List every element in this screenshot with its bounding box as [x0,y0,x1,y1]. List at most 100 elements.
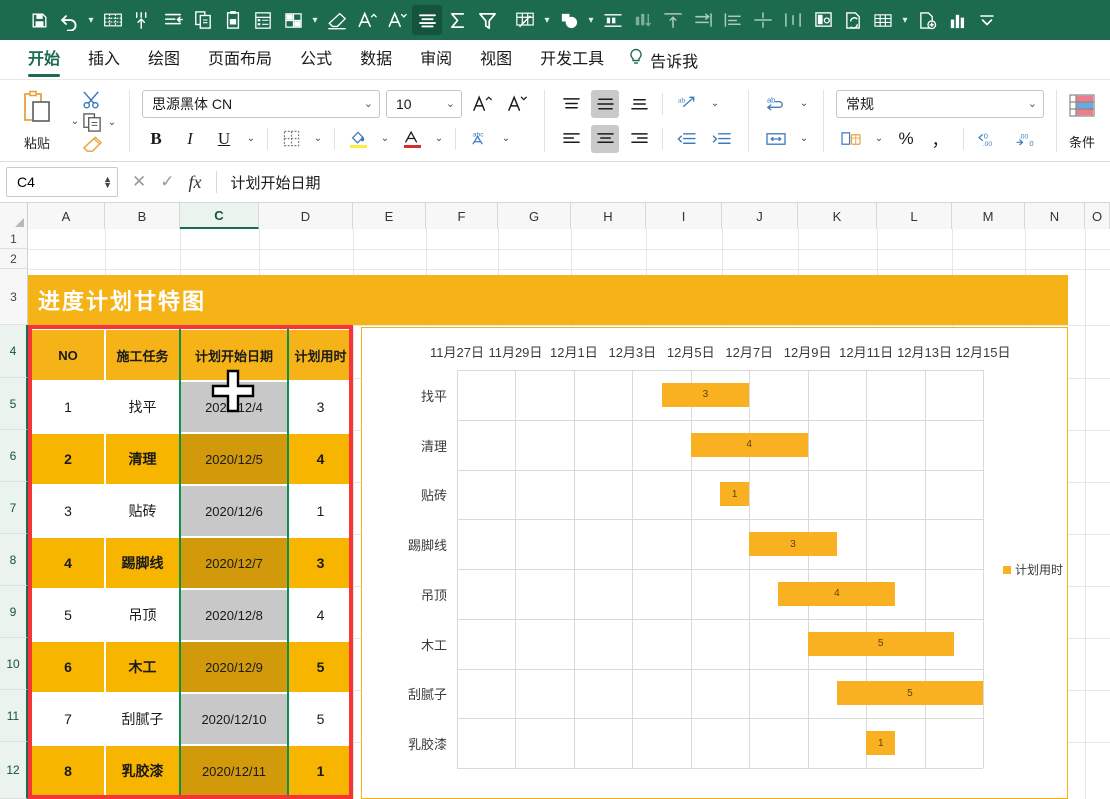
table-cell-days[interactable]: 1 [288,745,353,797]
shape-fill-icon[interactable] [554,5,584,35]
align-top-icon[interactable] [658,5,688,35]
chart-bar[interactable]: 5 [808,632,954,656]
bar-chart-down-icon[interactable] [628,5,658,35]
chart-bar[interactable]: 4 [691,433,808,457]
merge-and-center-icon[interactable] [761,125,791,153]
decrease-decimal-icon[interactable]: 0.00 [973,125,1005,153]
column-header-C[interactable]: C [180,203,259,229]
shrink-font-icon[interactable] [503,90,532,118]
column-header-L[interactable]: L [877,203,952,229]
tell-me-box[interactable]: 告诉我 [618,48,698,72]
wrap-text-icon[interactable]: ab [761,90,791,118]
align-center-icon[interactable] [591,125,619,153]
table-cell-no[interactable]: 5 [31,589,105,641]
merge-cells-icon[interactable] [278,5,308,35]
scissors-icon[interactable] [82,89,103,110]
column-header-M[interactable]: M [952,203,1025,229]
sort-ascending-icon[interactable] [128,5,158,35]
table-cell-task[interactable]: 吊顶 [105,589,180,641]
cancel-icon[interactable]: ✕ [132,172,146,192]
chart-bar[interactable]: 3 [749,532,837,556]
row-header-6[interactable]: 6 [0,430,28,482]
accounting-chevron-icon[interactable]: ⌄ [872,133,886,144]
paste-image-icon[interactable] [218,5,248,35]
conditional-formatting-icon[interactable] [1067,92,1097,129]
row-header-5[interactable]: 5 [0,378,28,430]
column-header-G[interactable]: G [498,203,571,229]
table-cell-task[interactable]: 乳胶漆 [105,745,180,797]
table-style-chevron-icon[interactable]: ▾ [540,5,554,35]
table-cell-task[interactable]: 刮腻子 [105,693,180,745]
align-left-lines-icon[interactable] [718,5,748,35]
fill-color-chevron-icon[interactable]: ⌄ [378,133,392,144]
number-format-select[interactable]: 常规 ⌄ [836,90,1044,118]
paste-dropdown-chevron-icon[interactable]: ⌄ [68,116,82,127]
font-color-chevron-icon[interactable]: ⌄ [432,133,446,144]
align-middle-icon[interactable] [748,5,778,35]
gantt-chart[interactable]: 11月27日11月29日12月1日12月3日12月5日12月7日12月9日12月… [361,327,1068,799]
copy-dropdown-chevron-icon[interactable]: ⌄ [105,117,119,128]
row-header-9[interactable]: 9 [0,586,28,638]
indent-decrease-icon[interactable] [158,5,188,35]
grid-table-chevron-icon[interactable]: ▾ [898,5,912,35]
orientation-chevron-icon[interactable]: ⌄ [708,98,722,109]
table-cell-start-date[interactable]: 2020/12/6 [180,485,288,537]
underline-chevron-icon[interactable]: ⌄ [244,133,258,144]
column-header-N[interactable]: N [1025,203,1085,229]
align-center-icon[interactable] [412,5,442,35]
table-cell-no[interactable]: 8 [31,745,105,797]
decrease-font-size-icon[interactable] [382,5,412,35]
column-header-K[interactable]: K [798,203,877,229]
align-right-icon[interactable] [625,125,653,153]
undo-dropdown-chevron-icon[interactable]: ▾ [84,5,98,35]
grow-font-icon[interactable] [468,90,497,118]
merge-dropdown-chevron-icon[interactable]: ▾ [308,5,322,35]
undo-icon[interactable] [54,5,84,35]
table-cell-task[interactable]: 踢脚线 [105,537,180,589]
column-header-B[interactable]: B [105,203,180,229]
phonetic-guide-icon[interactable]: abc [465,125,493,153]
column-header-F[interactable]: F [426,203,498,229]
table-cell-task[interactable]: 贴砖 [105,485,180,537]
chart-bar[interactable]: 4 [778,582,895,606]
font-size-select[interactable]: 10 ⌄ [386,90,462,118]
increase-font-size-icon[interactable] [352,5,382,35]
row-header-2[interactable]: 2 [0,249,28,269]
table-style-icon[interactable] [510,5,540,35]
tab-view[interactable]: 视图 [466,41,526,79]
align-middle-icon[interactable] [591,90,619,118]
table-cell-no[interactable]: 2 [31,433,105,485]
align-top-icon[interactable] [557,90,585,118]
underline-button[interactable]: U [210,125,238,153]
refresh-page-icon[interactable] [838,5,868,35]
tab-page-layout[interactable]: 页面布局 [194,41,286,79]
table-cell-start-date[interactable]: 2020/12/11 [180,745,288,797]
table-cell-start-date[interactable]: 2020/12/7 [180,537,288,589]
column-header-J[interactable]: J [722,203,798,229]
tab-draw[interactable]: 绘图 [134,41,194,79]
column-header-H[interactable]: H [571,203,646,229]
wrap-chevron-icon[interactable]: ⌄ [797,98,811,109]
distribute-horizontal-icon[interactable] [778,5,808,35]
percent-button[interactable]: % [892,125,920,153]
row-header-4[interactable]: 4 [0,325,28,378]
shape-fill-chevron-icon[interactable]: ▾ [584,5,598,35]
more-commands-chevron-icon[interactable] [972,5,1002,35]
clear-format-icon[interactable] [322,5,352,35]
table-cell-start-date[interactable]: 2020/12/10 [180,693,288,745]
borders-chevron-icon[interactable]: ⌄ [311,133,325,144]
table-cell-days[interactable]: 5 [288,693,353,745]
comma-button[interactable]: ， [926,125,954,153]
copy-icon[interactable] [82,112,103,133]
phonetic-chevron-icon[interactable]: ⌄ [499,133,513,144]
table-cell-days[interactable]: 4 [288,589,353,641]
fill-color-icon[interactable] [344,125,372,153]
chart-bar[interactable]: 1 [720,482,749,506]
chart-axis-icon[interactable] [598,5,628,35]
table-cell-days[interactable]: 4 [288,433,353,485]
tab-data[interactable]: 数据 [346,41,406,79]
format-painter-grid-icon[interactable] [98,5,128,35]
table-cell-start-date[interactable]: 2020/12/9 [180,641,288,693]
chart-bar[interactable]: 5 [837,681,983,705]
grid-table-icon[interactable] [868,5,898,35]
